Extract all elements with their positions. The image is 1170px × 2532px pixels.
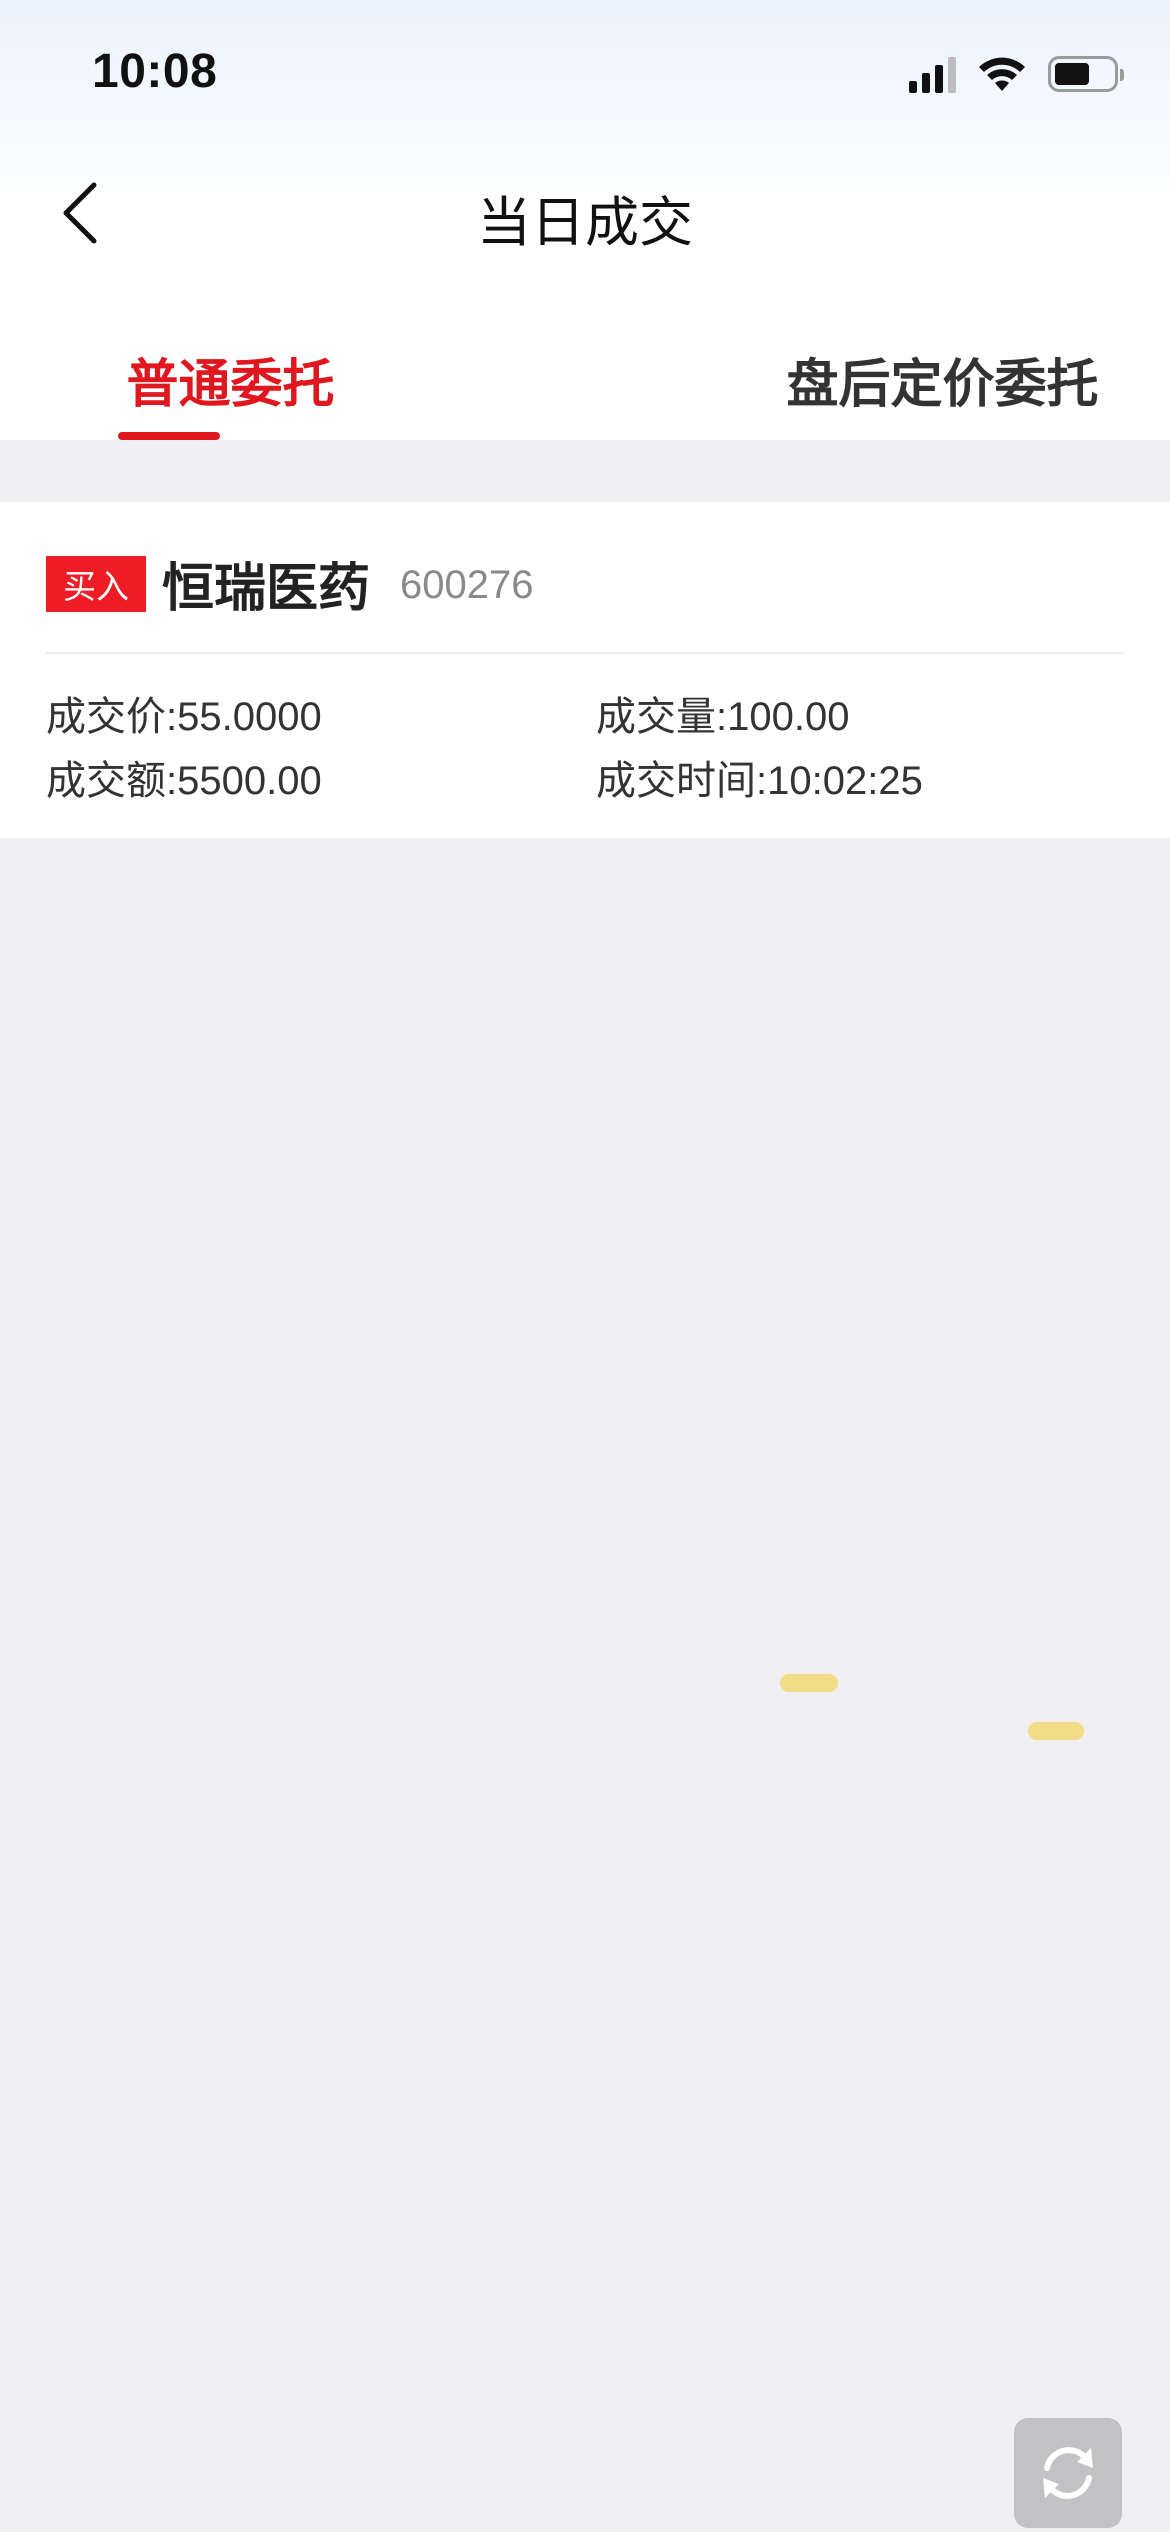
trade-card[interactable]: 买入 恒瑞医药 600276 成交价:55.0000 成交量:100.00 成交…	[0, 502, 1170, 838]
tab-label: 普通委托	[126, 356, 335, 414]
battery-icon	[1048, 56, 1124, 92]
tab-after-hours-order[interactable]: 盘后定价委托	[585, 300, 1170, 440]
trade-card-header: 买入 恒瑞医药 600276	[46, 546, 534, 621]
divider	[46, 652, 1124, 654]
trade-side-badge: 买入	[46, 555, 146, 612]
trade-price: 成交价:55.0000	[46, 695, 322, 739]
trade-amount: 成交额:5500.00	[46, 759, 322, 803]
refresh-button[interactable]	[1014, 2418, 1122, 2528]
wifi-icon	[979, 57, 1025, 91]
cellular-signal-icon	[909, 55, 956, 93]
active-tab-indicator	[117, 432, 220, 440]
highlight-mark	[780, 1674, 838, 1692]
header-area: 10:08 当日成交 普通委托 盘后定价委托	[0, 0, 1170, 440]
tab-label: 盘后定价委托	[786, 356, 1099, 414]
status-time: 10:08	[92, 45, 218, 98]
status-icons	[909, 52, 1124, 96]
trade-time: 成交时间:10:02:25	[596, 759, 923, 803]
stock-code: 600276	[400, 563, 534, 607]
refresh-icon	[1043, 2447, 1093, 2499]
highlight-mark	[1028, 1722, 1084, 1740]
page-title: 当日成交	[477, 193, 693, 253]
tab-normal-order[interactable]: 普通委托	[0, 300, 585, 440]
trade-quantity: 成交量:100.00	[596, 695, 850, 739]
trade-screen: 10:08 当日成交 普通委托 盘后定价委托 买入 恒瑞医药 600276 成交…	[0, 0, 1170, 2532]
tab-bar: 普通委托 盘后定价委托	[0, 300, 1170, 440]
stock-name: 恒瑞医药	[162, 560, 371, 618]
